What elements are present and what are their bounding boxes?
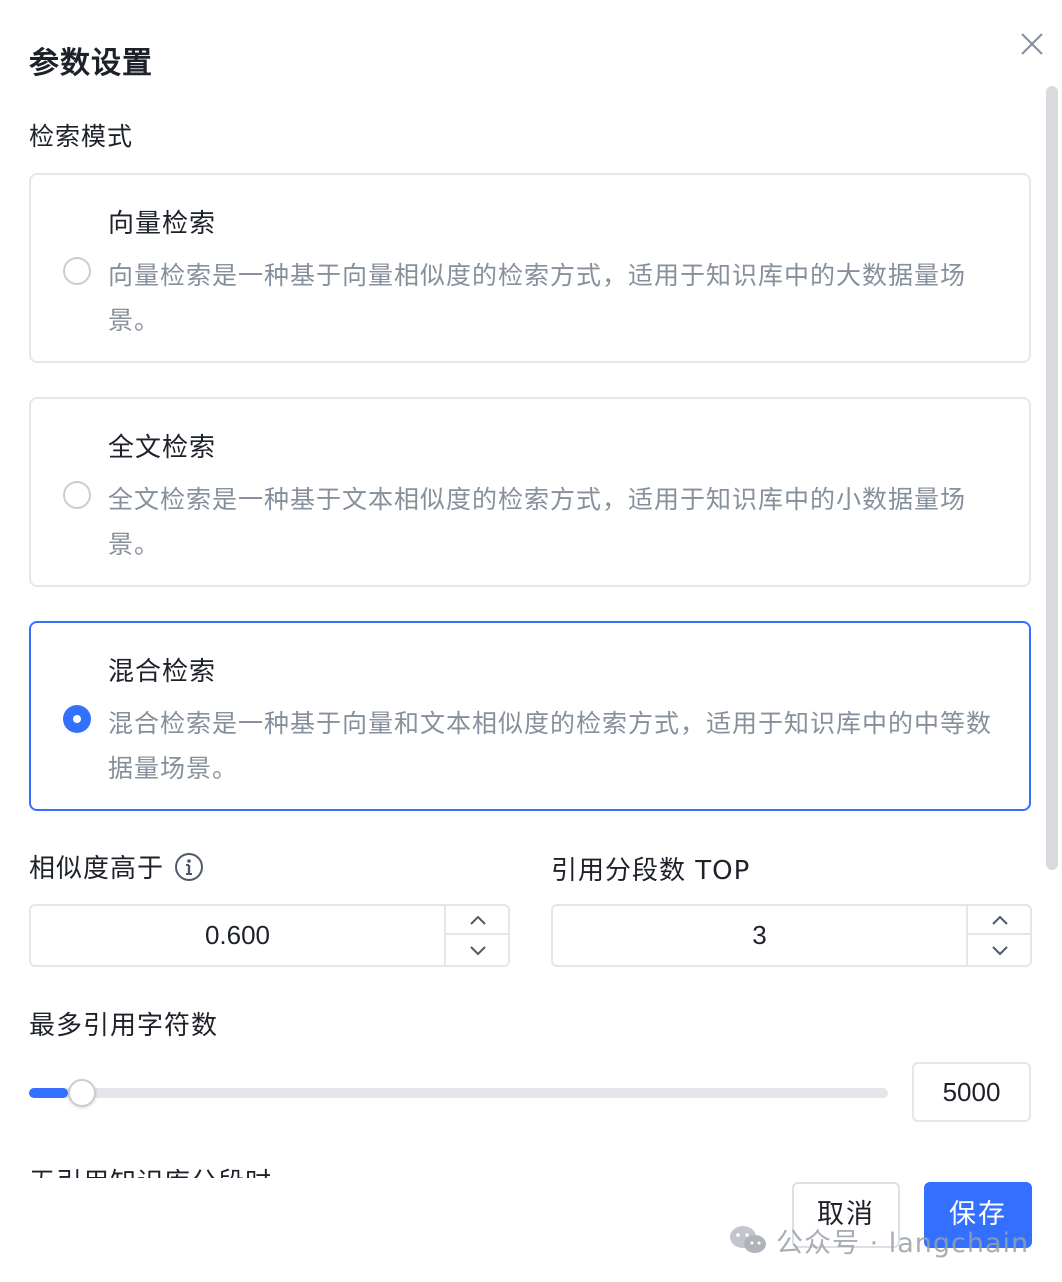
top-k-increment-button[interactable] — [968, 906, 1032, 935]
similarity-label-text: 相似度高于 — [29, 854, 165, 884]
top-k-input[interactable]: 3 — [551, 904, 1032, 967]
close-button[interactable] — [1016, 28, 1048, 60]
wechat-icon — [730, 1226, 766, 1253]
max-chars-slider[interactable] — [29, 1079, 888, 1107]
mode-option-name: 向量检索 — [108, 209, 217, 239]
similarity-input[interactable]: 0.600 — [29, 904, 510, 967]
top-k-decrement-button[interactable] — [968, 936, 1032, 965]
no-reference-label-text: 无引用知识库分段时 — [29, 1162, 272, 1178]
watermark-text: 公众号 · langchain — [776, 1227, 1030, 1259]
mode-option-hybrid[interactable]: 混合检索 混合检索是一种基于向量和文本相似度的检索方式，适用于知识库中的中等数据… — [29, 621, 1031, 811]
similarity-value[interactable]: 0.600 — [31, 906, 444, 965]
chevron-up-icon — [470, 915, 486, 925]
info-icon[interactable] — [174, 852, 204, 882]
dialog-title: 参数设置 — [29, 46, 153, 81]
watermark: 公众号 · langchain — [728, 1222, 1030, 1259]
parameter-settings-dialog: 参数设置 检索模式 向量检索 向量检索是一种基于向量相似度的检索方式，适用于知识… — [0, 0, 1062, 1282]
mode-option-description: 混合检索是一种基于向量和文本相似度的检索方式，适用于知识库中的中等数据量场景。 — [108, 709, 993, 783]
close-icon — [1021, 33, 1043, 55]
top-k-value[interactable]: 3 — [553, 906, 966, 965]
chevron-up-icon — [992, 915, 1008, 925]
radio-vector[interactable] — [63, 257, 91, 285]
similarity-decrement-button[interactable] — [446, 936, 510, 965]
slider-track — [29, 1088, 888, 1098]
mode-option-fulltext[interactable]: 全文检索 全文检索是一种基于文本相似度的检索方式，适用于知识库中的小数据量场景。 — [29, 397, 1031, 587]
radio-hybrid[interactable] — [63, 705, 91, 733]
similarity-stepper — [444, 906, 510, 965]
radio-fulltext[interactable] — [63, 481, 91, 509]
top-k-label-text: 引用分段数 TOP — [551, 856, 751, 886]
slider-fill — [29, 1088, 68, 1098]
mode-option-description: 全文检索是一种基于文本相似度的检索方式，适用于知识库中的小数据量场景。 — [108, 485, 967, 559]
mode-option-name: 全文检索 — [108, 433, 217, 463]
chevron-down-icon — [992, 945, 1008, 955]
max-chars-value-input[interactable]: 5000 — [912, 1062, 1031, 1122]
scrollbar[interactable] — [1046, 86, 1058, 870]
no-reference-label: 无引用知识库分段时 — [29, 1160, 272, 1178]
similarity-increment-button[interactable] — [446, 906, 510, 935]
search-mode-label: 检索模式 — [29, 122, 134, 151]
chevron-down-icon — [470, 945, 486, 955]
max-chars-label: 最多引用字符数 — [29, 1005, 218, 1042]
mode-option-vector[interactable]: 向量检索 向量检索是一种基于向量相似度的检索方式，适用于知识库中的大数据量场景。 — [29, 173, 1031, 363]
top-k-stepper — [966, 906, 1032, 965]
max-chars-label-text: 最多引用字符数 — [29, 1011, 219, 1041]
mode-option-description: 向量检索是一种基于向量相似度的检索方式，适用于知识库中的大数据量场景。 — [108, 261, 967, 335]
mode-option-name: 混合检索 — [108, 657, 217, 687]
similarity-label: 相似度高于 — [29, 848, 204, 885]
top-k-label: 引用分段数 TOP — [551, 850, 750, 887]
slider-thumb[interactable] — [67, 1079, 96, 1107]
